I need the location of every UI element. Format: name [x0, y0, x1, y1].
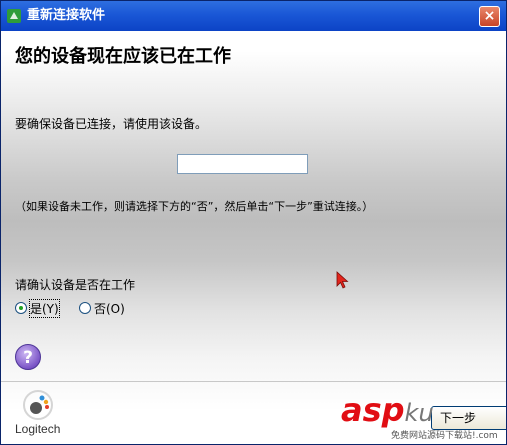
close-button[interactable]: × — [479, 6, 500, 27]
watermark-main: asp — [341, 391, 405, 429]
title-bar[interactable]: 重新连接软件 × — [1, 1, 506, 31]
radio-no-button[interactable] — [79, 302, 91, 314]
logitech-logo: Logitech — [15, 388, 75, 438]
footer-divider — [1, 381, 506, 382]
watermark-sub-domain: .com — [475, 431, 498, 441]
test-input-field[interactable] — [177, 154, 308, 174]
retry-note: （如果设备未工作，则请选择下方的“否”，然后单击“下一步”重试连接。） — [15, 200, 374, 213]
page-title: 您的设备现在应该已在工作 — [15, 46, 231, 67]
watermark-sub: 免费网站源码下载站!.com — [391, 428, 498, 441]
app-icon — [7, 9, 21, 23]
instruction-text: 要确保设备已连接，请使用该设备。 — [15, 117, 208, 131]
radio-no-label[interactable]: 否(O) — [94, 300, 125, 317]
radio-no[interactable]: 否(O) — [79, 299, 125, 317]
working-question: 请确认设备是否在工作 — [15, 278, 136, 292]
watermark: aspku 免费网站源码下载站!.com — [341, 391, 498, 441]
window-title: 重新连接软件 — [27, 8, 106, 23]
mouse-cursor-icon — [336, 271, 349, 289]
help-icon[interactable]: ? — [15, 344, 41, 370]
radio-yes-label[interactable]: 是(Y) — [29, 298, 60, 318]
logitech-logo-icon — [23, 390, 53, 420]
logitech-logo-text: Logitech — [15, 422, 61, 436]
watermark-suffix: ku — [404, 399, 434, 427]
next-button[interactable]: 下一步 — [431, 406, 506, 430]
radio-yes-button[interactable] — [15, 302, 27, 314]
dialog-content: 您的设备现在应该已在工作 要确保设备已连接，请使用该设备。 （如果设备未工作，则… — [1, 31, 506, 444]
dialog-window: 重新连接软件 × 您的设备现在应该已在工作 要确保设备已连接，请使用该设备。 （… — [0, 0, 507, 445]
close-icon: × — [483, 8, 496, 24]
watermark-sub-text: 免费网站源码下载站! — [391, 431, 476, 441]
radio-yes[interactable]: 是(Y) — [15, 298, 60, 318]
